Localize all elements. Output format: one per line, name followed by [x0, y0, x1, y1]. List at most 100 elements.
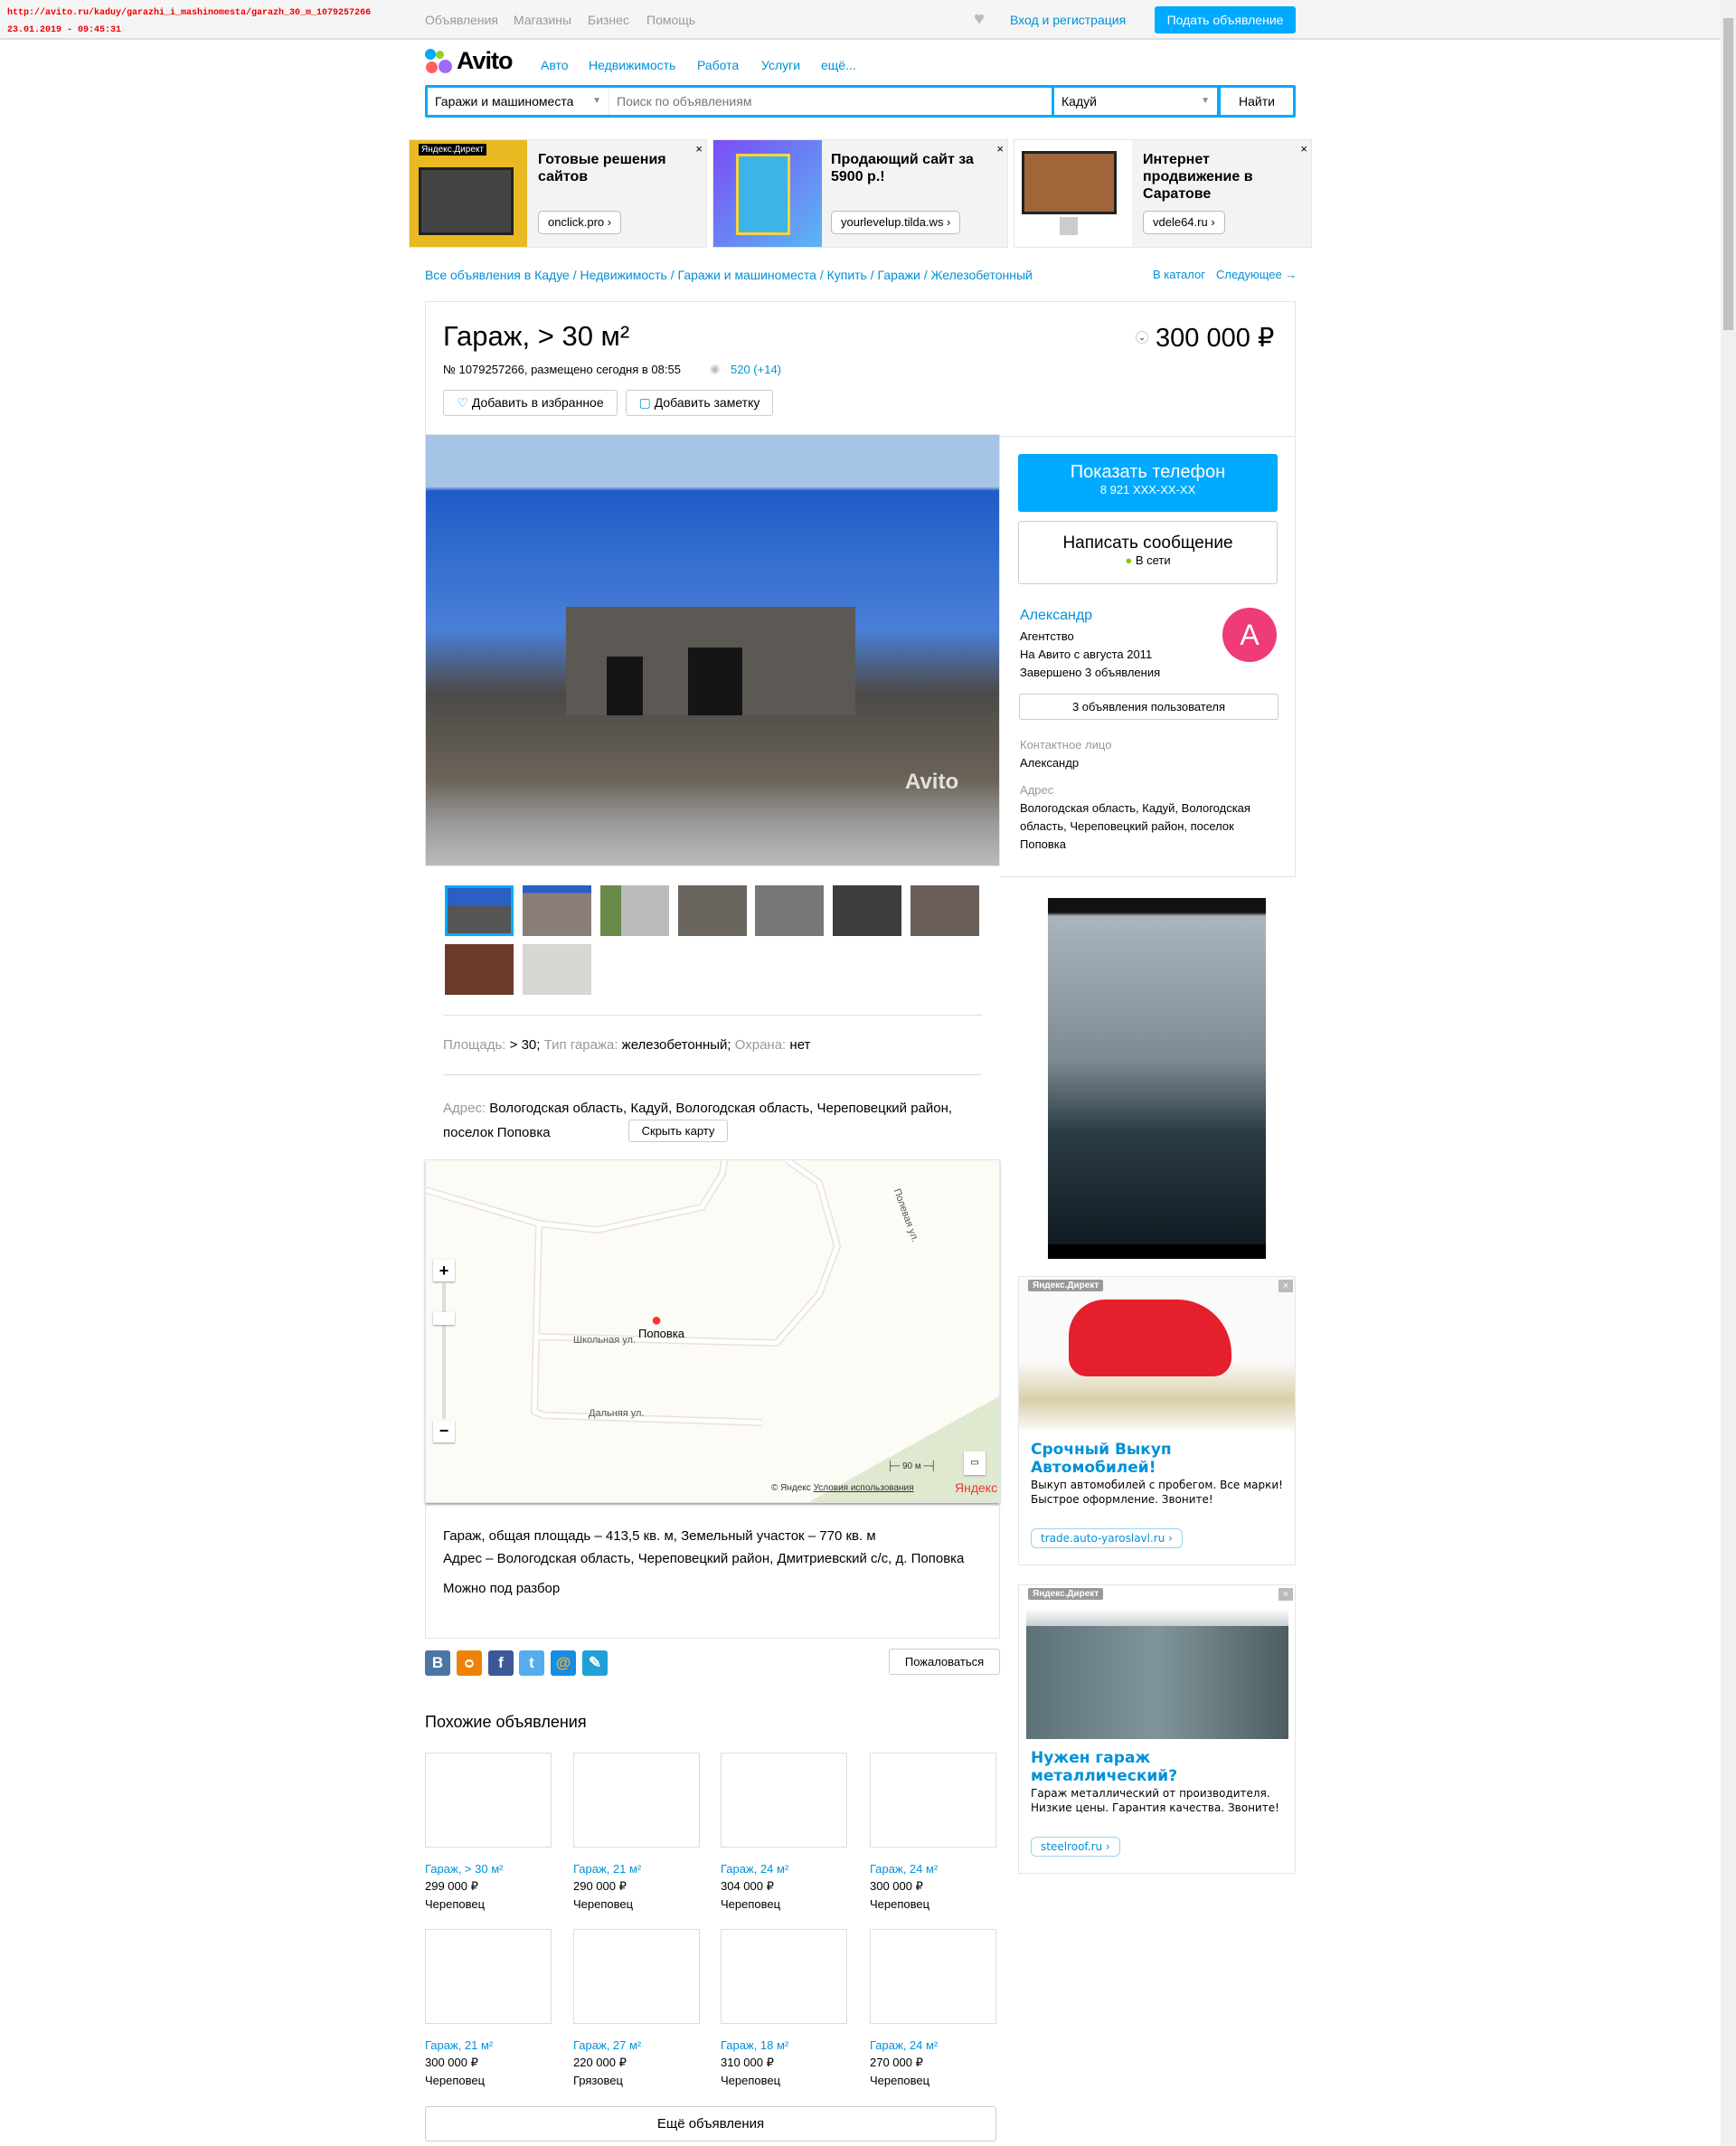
breadcrumb-link[interactable]: Гаражи и машиноместа	[678, 268, 816, 282]
ad-link[interactable]: onclick.pro ›	[538, 211, 622, 234]
similar-item-image[interactable]	[721, 1929, 847, 2024]
nav-jobs[interactable]: Работа	[697, 58, 739, 72]
seller-name-link[interactable]: Александр	[1020, 608, 1092, 624]
similar-item-title[interactable]: Гараж, 27 м²	[573, 2038, 700, 2052]
photo-thumbnail[interactable]	[445, 885, 514, 936]
similar-item[interactable]: Гараж, 18 м² 310 000 ₽ Череповец	[721, 1929, 847, 2087]
city-select[interactable]: Кадуй ▼	[1054, 88, 1217, 115]
map-terms-link[interactable]: Условия использования	[814, 1483, 914, 1493]
price-dropdown-icon[interactable]: ⌄	[1136, 331, 1148, 344]
nav-more[interactable]: ещё...	[821, 58, 856, 72]
similar-item-title[interactable]: Гараж, 18 м²	[721, 2038, 847, 2052]
similar-item[interactable]: Гараж, 21 м² 290 000 ₽ Череповец	[573, 1753, 700, 1911]
ad-link[interactable]: yourlevelup.tilda.ws ›	[831, 211, 961, 234]
breadcrumb-link[interactable]: Гаражи	[878, 268, 920, 282]
photo-thumbnail[interactable]	[910, 885, 979, 936]
similar-item-title[interactable]: Гараж, 21 м²	[573, 1862, 700, 1876]
top-link-ads[interactable]: Объявления	[425, 13, 498, 27]
share-facebook-icon[interactable]: f	[488, 1650, 514, 1676]
zoom-in-button[interactable]: +	[433, 1260, 455, 1281]
share-twitter-icon[interactable]: t	[519, 1650, 544, 1676]
close-icon[interactable]: ×	[996, 142, 1004, 156]
nav-auto[interactable]: Авто	[541, 58, 569, 72]
top-ad[interactable]: Яндекс.Директ Готовые решения сайтов onc…	[409, 139, 707, 248]
nav-realty[interactable]: Недвижимость	[589, 58, 675, 72]
photo-thumbnail[interactable]	[445, 944, 514, 995]
show-phone-button[interactable]: Показать телефон 8 921 XXX-XX-XX	[1018, 454, 1278, 512]
photo-thumbnail[interactable]	[523, 885, 591, 936]
avito-logo-icon[interactable]	[425, 49, 452, 76]
breadcrumb-link[interactable]: Купить	[827, 268, 867, 282]
similar-item-image[interactable]	[573, 1929, 700, 2024]
complain-button[interactable]: Пожаловаться	[889, 1649, 1000, 1675]
share-ok-icon[interactable]: ᴑ	[457, 1650, 482, 1676]
zoom-slider-handle[interactable]	[433, 1312, 455, 1325]
ad-link[interactable]: trade.auto-yaroslavl.ru ›	[1031, 1528, 1183, 1548]
similar-item-image[interactable]	[425, 1753, 552, 1848]
similar-item-image[interactable]	[425, 1929, 552, 2024]
map[interactable]: + − ● Поповка Школьная ул. Дальняя ул. П…	[425, 1159, 1000, 1503]
similar-item-title[interactable]: Гараж, 24 м²	[870, 2038, 996, 2052]
post-ad-button[interactable]: Подать объявление	[1155, 6, 1296, 33]
seller-avatar[interactable]: А	[1222, 608, 1277, 662]
similar-item-title[interactable]: Гараж, > 30 м²	[425, 1862, 552, 1876]
ad-link[interactable]: steelroof.ru ›	[1031, 1837, 1120, 1857]
share-mailru-icon[interactable]: @	[551, 1650, 576, 1676]
photo-thumbnail[interactable]	[755, 885, 824, 936]
hide-map-button[interactable]: Скрыть карту	[628, 1120, 728, 1142]
ad-link[interactable]: vdele64.ru ›	[1143, 211, 1225, 234]
scrollbar[interactable]	[1721, 0, 1736, 2146]
similar-item[interactable]: Гараж, 21 м² 300 000 ₽ Череповец	[425, 1929, 552, 2087]
similar-item-title[interactable]: Гараж, 24 м²	[870, 1862, 996, 1876]
similar-item[interactable]: Гараж, 24 м² 270 000 ₽ Череповец	[870, 1929, 996, 2087]
top-link-shops[interactable]: Магазины	[514, 13, 571, 27]
top-link-help[interactable]: Помощь	[646, 13, 695, 27]
catalog-link[interactable]: В каталог	[1153, 268, 1205, 281]
similar-item[interactable]: Гараж, > 30 м² 299 000 ₽ Череповец	[425, 1753, 552, 1911]
search-input[interactable]	[609, 88, 1052, 115]
next-link[interactable]: Следующее →	[1216, 268, 1297, 281]
similar-item[interactable]: Гараж, 24 м² 300 000 ₽ Череповец	[870, 1753, 996, 1911]
zoom-slider[interactable]	[442, 1283, 446, 1419]
video-ad[interactable]	[1048, 898, 1266, 1259]
favorites-heart-icon[interactable]: ♥	[974, 10, 985, 28]
side-ad[interactable]: Яндекс.Директ × Нужен гараж металлически…	[1018, 1584, 1296, 1874]
share-livejournal-icon[interactable]: ✎	[582, 1650, 608, 1676]
photo-thumbnail[interactable]	[523, 944, 591, 995]
top-ad[interactable]: Продающий сайт за 5900 р.! yourlevelup.t…	[712, 139, 1008, 248]
similar-item-image[interactable]	[573, 1753, 700, 1848]
side-ad[interactable]: Яндекс.Директ × Срочный Выкуп Автомобиле…	[1018, 1276, 1296, 1565]
more-ads-button[interactable]: Ещё объявления	[425, 2106, 996, 2141]
user-ads-button[interactable]: 3 объявления пользователя	[1019, 694, 1278, 720]
add-favorite-button[interactable]: ♡ Добавить в избранное	[443, 390, 618, 416]
similar-item-image[interactable]	[721, 1753, 847, 1848]
top-ad[interactable]: Интернет продвижение в Саратове vdele64.…	[1014, 139, 1312, 248]
share-vk-icon[interactable]: В	[425, 1650, 450, 1676]
close-icon[interactable]: ×	[695, 142, 703, 156]
write-message-button[interactable]: Написать сообщение ● В сети	[1018, 521, 1278, 584]
search-submit-button[interactable]: Найти	[1221, 88, 1293, 115]
similar-item-title[interactable]: Гараж, 24 м²	[721, 1862, 847, 1876]
photo-thumbnail[interactable]	[600, 885, 669, 936]
login-link[interactable]: Вход и регистрация	[1010, 13, 1126, 27]
scrollbar-thumb[interactable]	[1723, 18, 1733, 330]
similar-item[interactable]: Гараж, 27 м² 220 000 ₽ Грязовец	[573, 1929, 700, 2087]
close-icon[interactable]: ×	[1278, 1588, 1293, 1601]
photo-thumbnail[interactable]	[678, 885, 747, 936]
similar-item-image[interactable]	[870, 1753, 996, 1848]
top-link-business[interactable]: Бизнес	[588, 13, 629, 27]
zoom-out-button[interactable]: −	[433, 1421, 455, 1442]
close-icon[interactable]: ×	[1300, 142, 1307, 156]
photo-thumbnail[interactable]	[833, 885, 901, 936]
close-icon[interactable]: ×	[1278, 1280, 1293, 1292]
logo-text[interactable]: Avito	[457, 47, 513, 75]
similar-item-title[interactable]: Гараж, 21 м²	[425, 2038, 552, 2052]
breadcrumb-link[interactable]: Железобетонный	[931, 268, 1033, 282]
category-select[interactable]: Гаражи и машиноместа ▼	[428, 88, 609, 115]
add-note-button[interactable]: ▢ Добавить заметку	[626, 390, 773, 416]
breadcrumb-link[interactable]: Все объявления в Кадуе	[425, 268, 570, 282]
similar-item-image[interactable]	[870, 1929, 996, 2024]
breadcrumb-link[interactable]: Недвижимость	[580, 268, 667, 282]
ruler-icon[interactable]: ▭	[964, 1451, 986, 1475]
nav-services[interactable]: Услуги	[761, 58, 800, 72]
